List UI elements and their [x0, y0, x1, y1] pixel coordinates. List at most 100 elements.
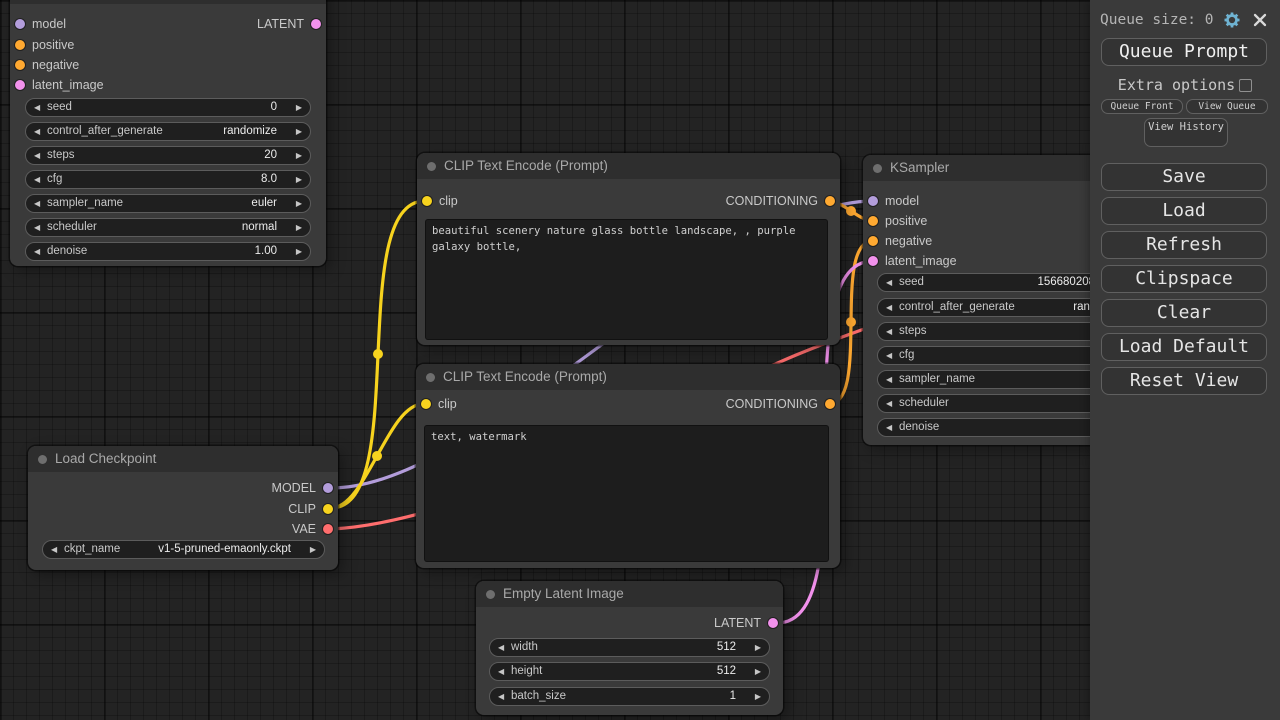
increment-icon[interactable]: ▶	[296, 100, 302, 116]
output-vae[interactable]: VAE	[28, 521, 338, 537]
widget-scheduler[interactable]: ◀schedulernormal▶	[25, 218, 311, 237]
increment-icon[interactable]: ▶	[296, 172, 302, 188]
latent-port-icon[interactable]	[768, 618, 778, 628]
clear-button[interactable]: Clear	[1101, 299, 1267, 327]
extra-options-checkbox[interactable]	[1239, 79, 1252, 92]
decrement-icon[interactable]: ◀	[886, 324, 892, 340]
vae-port-icon[interactable]	[323, 524, 333, 534]
widget-label: batch_size	[511, 688, 566, 704]
widget-width[interactable]: ◀width512▶	[489, 638, 770, 657]
increment-icon[interactable]: ▶	[296, 124, 302, 140]
conditioning-port-icon[interactable]	[825, 399, 835, 409]
decrement-icon[interactable]: ◀	[34, 100, 40, 116]
widget-seed[interactable]: ◀seed0▶	[25, 98, 311, 117]
conditioning-port-icon[interactable]	[868, 216, 878, 226]
widget-value: v1-5-pruned-emaonly.ckpt	[158, 541, 291, 557]
reset-view-button[interactable]: Reset View	[1101, 367, 1267, 395]
close-icon[interactable]	[1253, 13, 1267, 27]
node-empty-latent-image[interactable]: Empty Latent Image LATENT ◀width512▶ ◀he…	[476, 581, 783, 715]
model-port-icon[interactable]	[323, 483, 333, 493]
input-latent-image[interactable]: latent_image	[10, 77, 326, 93]
load-button[interactable]: Load	[1101, 197, 1267, 225]
widget-batch-size[interactable]: ◀batch_size1▶	[489, 687, 770, 706]
collapse-dot[interactable]	[873, 164, 882, 173]
latent-port-icon[interactable]	[15, 80, 25, 90]
widget-sampler-name[interactable]: ◀sampler_nameeuler▶	[25, 194, 311, 213]
decrement-icon[interactable]: ◀	[886, 372, 892, 388]
increment-icon[interactable]: ▶	[755, 689, 761, 705]
increment-icon[interactable]: ▶	[296, 196, 302, 212]
save-button[interactable]: Save	[1101, 163, 1267, 191]
load-default-button[interactable]: Load Default	[1101, 333, 1267, 361]
node-title-bar[interactable]: CLIP Text Encode (Prompt)	[416, 364, 840, 390]
node-title: Load Checkpoint	[55, 451, 156, 466]
decrement-icon[interactable]: ◀	[34, 220, 40, 236]
increment-icon[interactable]: ▶	[755, 640, 761, 656]
decrement-icon[interactable]: ◀	[498, 689, 504, 705]
decrement-icon[interactable]: ◀	[34, 244, 40, 260]
prompt-textarea[interactable]: beautiful scenery nature glass bottle la…	[425, 219, 828, 340]
queue-front-button[interactable]: Queue Front	[1101, 99, 1183, 114]
increment-icon[interactable]: ▶	[755, 664, 761, 680]
output-conditioning[interactable]: CONDITIONING	[417, 193, 840, 209]
widget-control-after-generate[interactable]: ◀control_after_generaterandomize▶	[25, 122, 311, 141]
decrement-icon[interactable]: ◀	[886, 396, 892, 412]
node-title-bar[interactable]: CLIP Text Encode (Prompt)	[417, 153, 840, 179]
refresh-button[interactable]: Refresh	[1101, 231, 1267, 259]
output-latent[interactable]: LATENT	[476, 615, 783, 631]
view-queue-button[interactable]: View Queue	[1186, 99, 1268, 114]
decrement-icon[interactable]: ◀	[51, 542, 57, 558]
node-title-bar[interactable]: Load Checkpoint	[28, 446, 338, 472]
model-port-icon[interactable]	[868, 196, 878, 206]
clip-port-icon[interactable]	[323, 504, 333, 514]
widget-denoise[interactable]: ◀denoise1.00▶	[25, 242, 311, 261]
port-label: CLIP	[288, 501, 316, 517]
input-negative[interactable]: negative	[10, 57, 326, 73]
node-clip-text-encode-positive[interactable]: CLIP Text Encode (Prompt) clip CONDITION…	[417, 153, 840, 345]
conditioning-port-icon[interactable]	[825, 196, 835, 206]
node-title-bar[interactable]: Empty Latent Image	[476, 581, 783, 607]
widget-label: scheduler	[47, 219, 97, 235]
increment-icon[interactable]: ▶	[296, 244, 302, 260]
collapse-dot[interactable]	[427, 162, 436, 171]
decrement-icon[interactable]: ◀	[34, 172, 40, 188]
widget-cfg[interactable]: ◀cfg8.0▶	[25, 170, 311, 189]
decrement-icon[interactable]: ◀	[886, 420, 892, 436]
decrement-icon[interactable]: ◀	[886, 348, 892, 364]
output-model[interactable]: MODEL	[28, 480, 338, 496]
widget-ckpt-name[interactable]: ◀ckpt_namev1-5-pruned-emaonly.ckpt▶	[42, 540, 325, 559]
clipspace-button[interactable]: Clipspace	[1101, 265, 1267, 293]
decrement-icon[interactable]: ◀	[498, 640, 504, 656]
node-clip-text-encode-negative[interactable]: CLIP Text Encode (Prompt) clip CONDITION…	[416, 364, 840, 568]
decrement-icon[interactable]: ◀	[34, 196, 40, 212]
increment-icon[interactable]: ▶	[310, 542, 316, 558]
view-history-button[interactable]: View History	[1144, 118, 1228, 147]
collapse-dot[interactable]	[426, 373, 435, 382]
node-load-checkpoint[interactable]: Load Checkpoint MODEL CLIP VAE ◀ckpt_nam…	[28, 446, 338, 570]
input-positive[interactable]: positive	[10, 37, 326, 53]
conditioning-port-icon[interactable]	[868, 236, 878, 246]
output-conditioning[interactable]: CONDITIONING	[416, 396, 840, 412]
gear-icon[interactable]	[1223, 11, 1241, 29]
widget-steps[interactable]: ◀steps20▶	[25, 146, 311, 165]
increment-icon[interactable]: ▶	[296, 148, 302, 164]
decrement-icon[interactable]: ◀	[886, 275, 892, 291]
increment-icon[interactable]: ▶	[296, 220, 302, 236]
decrement-icon[interactable]: ◀	[34, 148, 40, 164]
conditioning-port-icon[interactable]	[15, 40, 25, 50]
node-title-bar[interactable]: KSampler	[10, 0, 326, 4]
prompt-textarea[interactable]: text, watermark	[424, 425, 829, 562]
decrement-icon[interactable]: ◀	[34, 124, 40, 140]
conditioning-port-icon[interactable]	[15, 60, 25, 70]
queue-prompt-button[interactable]: Queue Prompt	[1101, 38, 1267, 66]
latent-port-icon[interactable]	[311, 19, 321, 29]
output-clip[interactable]: CLIP	[28, 501, 338, 517]
collapse-dot[interactable]	[38, 455, 47, 464]
output-latent[interactable]: LATENT	[10, 16, 326, 32]
decrement-icon[interactable]: ◀	[498, 664, 504, 680]
decrement-icon[interactable]: ◀	[886, 300, 892, 316]
latent-port-icon[interactable]	[868, 256, 878, 266]
node-ksampler-left[interactable]: KSampler model positive negative latent_…	[10, 0, 326, 266]
widget-height[interactable]: ◀height512▶	[489, 662, 770, 681]
collapse-dot[interactable]	[486, 590, 495, 599]
